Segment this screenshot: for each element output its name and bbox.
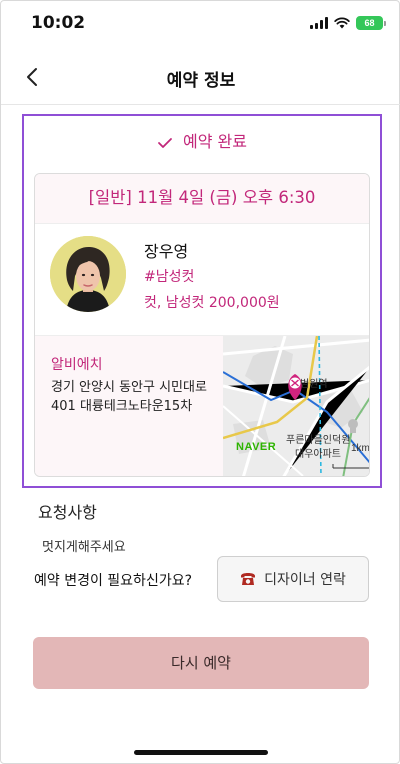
request-section-title: 요청사항 (38, 503, 97, 522)
map-label-apartment: 푸른마을인덕원 (286, 435, 351, 446)
map-label-apartment-2: 대우아파트 (295, 449, 341, 460)
shop-address: 경기 안양시 동안구 시민대로 401 대륭테크노타운15차 (51, 380, 207, 414)
map-label-station: 범원역 (300, 379, 328, 390)
reservation-summary: 예약 완료 [일반] 11월 4일 (금) 오후 6:30 장우영 #남성컷 컷… (22, 114, 382, 488)
naver-logo: NAVER (236, 441, 277, 453)
battery-icon: 68 (356, 16, 386, 30)
shop-info: 알비에치 경기 안양시 동안구 시민대로 401 대륭테크노타운15차 범원역 … (35, 336, 370, 476)
wifi-icon (334, 17, 350, 29)
page-title: 예약 정보 (166, 71, 236, 91)
designer-avatar (50, 236, 126, 312)
designer-name: 장우영 (144, 242, 189, 261)
contact-designer-label: 디자이너 연락 (264, 572, 346, 588)
change-question: 예약 변경이 필요하신가요? (34, 573, 193, 589)
service-menu-price: 컷, 남성컷 200,000원 (144, 295, 280, 311)
status-icons: 68 (310, 16, 386, 30)
home-indicator[interactable] (134, 750, 268, 755)
app-frame: 10:02 68 예약 정보 예약 완료 [일반] 11월 4일 (금) 오후 … (0, 0, 400, 764)
reservation-status-label: 예약 완료 (183, 132, 247, 151)
nav-bar: 예약 정보 (1, 49, 400, 105)
shop-name: 알비에치 (51, 357, 103, 373)
reservation-datetime: [일반] 11월 4일 (금) 오후 6:30 (35, 174, 369, 224)
status-bar: 10:02 68 (1, 1, 400, 49)
designer-info: 장우영 #남성컷 컷, 남성컷 200,000원 (35, 224, 369, 336)
shop-map[interactable]: 범원역 푸른마을인덕원 대우아파트 1km NAVER (223, 336, 370, 476)
signal-icon (310, 17, 328, 29)
check-icon (158, 138, 172, 148)
reservation-card: [일반] 11월 4일 (금) 오후 6:30 장우영 #남성컷 컷, 남성컷 … (34, 173, 370, 477)
rebook-button[interactable]: 다시 예약 (33, 637, 369, 689)
contact-designer-button[interactable]: 디자이너 연락 (217, 556, 369, 602)
phone-icon (241, 573, 256, 585)
designer-tag: #남성컷 (144, 269, 195, 285)
request-text: 멋지게해주세요 (42, 540, 126, 555)
status-time: 10:02 (31, 13, 86, 33)
reservation-status: 예약 완료 (24, 128, 380, 152)
map-scale-label: 1km (351, 443, 370, 454)
